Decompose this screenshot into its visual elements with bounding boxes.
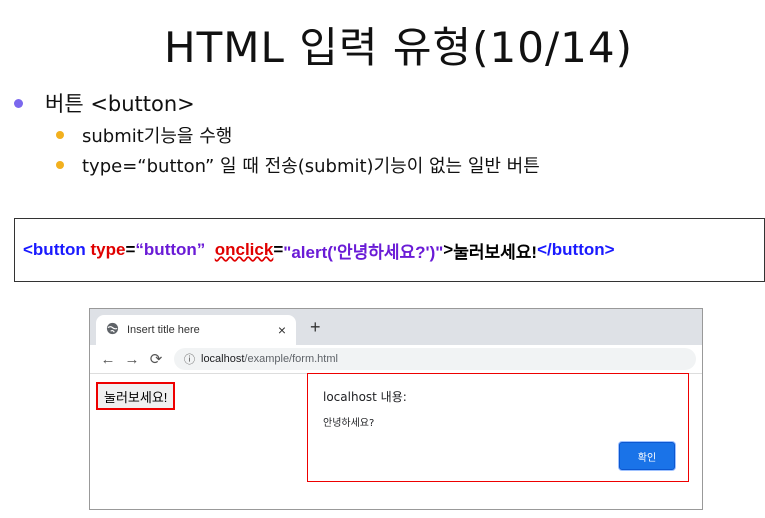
back-arrow-icon[interactable]: ← — [96, 351, 120, 368]
url-path: /example/form.html — [244, 353, 338, 365]
alert-dialog: localhost 내용: 안녕하세요? 확인 — [307, 373, 689, 482]
bullet-dot-icon — [56, 131, 64, 139]
code-onclick-value: "alert('안녕하세요?')" — [283, 242, 444, 262]
tab-title: Insert title here — [127, 324, 200, 336]
dialog-title: localhost 내용: — [323, 390, 407, 404]
code-equals: = — [125, 240, 136, 259]
code-gt: > — [443, 240, 454, 259]
address-bar: ← → ⟳ ⓘ localhost/example/form.html — [90, 345, 702, 374]
close-icon[interactable]: × — [278, 322, 286, 338]
code-attr-type: type — [90, 240, 126, 259]
code-tag-close: </button> — [537, 240, 615, 259]
bullet-main: 버튼 <button> — [14, 88, 195, 118]
tab-bar: Insert title here × + — [90, 309, 702, 345]
code-tag-open: <button — [23, 240, 91, 259]
bullet-sub-2: type=“button” 일 때 전송(submit)기능이 없는 일반 버튼 — [56, 152, 540, 178]
bullet-sub-text: submit기능을 수행 — [82, 126, 233, 147]
code-example: <button type = “button” onclick = "alert('안녕… — [14, 218, 765, 282]
ok-button[interactable]: 확인 — [619, 442, 675, 470]
bullet-main-text: 버튼 <button> — [45, 92, 195, 116]
slide-title: HTML 입력 유형(10/14) — [164, 23, 633, 72]
reload-icon[interactable]: ⟳ — [144, 350, 168, 368]
bullet-sub-text: type=“button” 일 때 전송(submit)기능이 없는 일반 버튼 — [82, 156, 540, 177]
code-equals: = — [273, 240, 284, 259]
bullet-dot-icon — [56, 161, 64, 169]
new-tab-button[interactable]: + — [310, 317, 321, 338]
bullet-dot-icon — [14, 98, 23, 108]
browser-tab[interactable]: Insert title here × — [96, 315, 296, 345]
code-type-value: “button” — [135, 240, 206, 259]
dialog-message: 안녕하세요? — [323, 418, 375, 429]
info-icon[interactable]: ⓘ — [184, 351, 195, 367]
press-me-button[interactable]: 눌러보세요! — [96, 382, 176, 410]
forward-arrow-icon[interactable]: → — [120, 351, 144, 368]
bullet-sub-1: submit기능을 수행 — [56, 122, 232, 148]
globe-icon — [106, 322, 119, 338]
slide: HTML 입력 유형(10/14) 버튼 <button> submit기능을 … — [0, 0, 765, 518]
url-input[interactable]: ⓘ localhost/example/form.html — [174, 348, 696, 370]
url-host: localhost — [201, 353, 245, 365]
code-attr-onclick: onclick — [214, 240, 274, 259]
code-inner-text: 눌러보세요! — [453, 242, 538, 262]
